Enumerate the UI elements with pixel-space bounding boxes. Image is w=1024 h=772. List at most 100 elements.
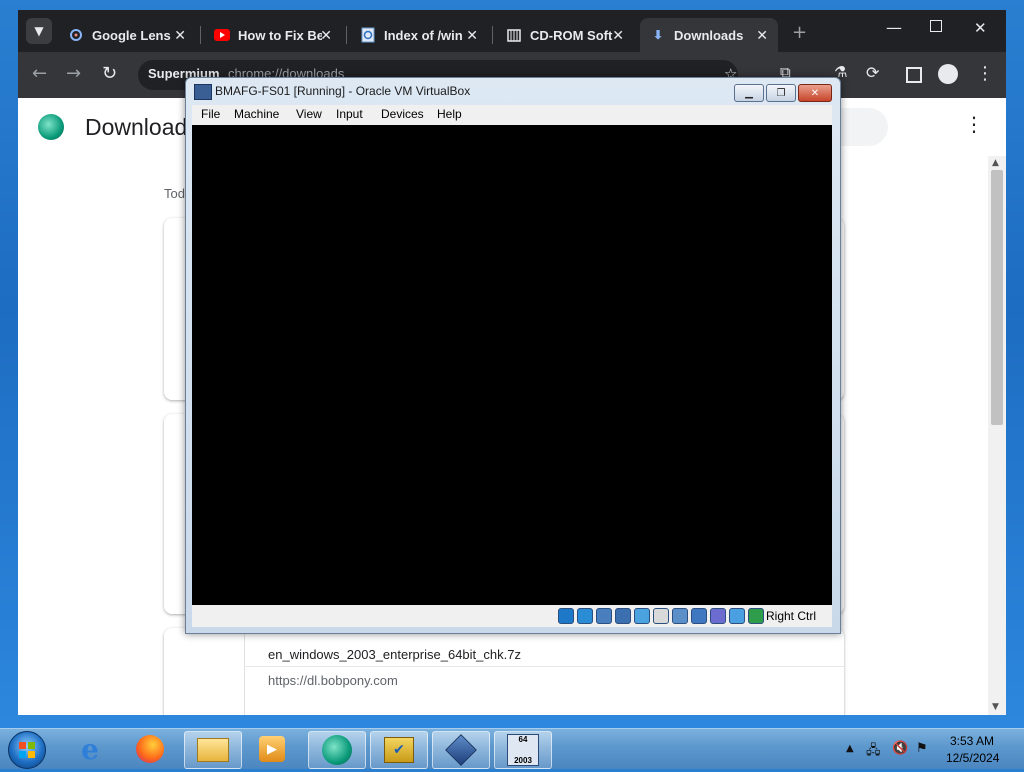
vm-status-icon[interactable] (558, 608, 574, 624)
forward-icon[interactable]: → (66, 63, 81, 84)
firefox-icon (136, 735, 164, 763)
vm-status-icon[interactable] (748, 608, 764, 624)
minimize-icon[interactable]: — (886, 18, 902, 37)
vm-status-icon[interactable] (634, 608, 650, 624)
taskbar-vm-2003[interactable]: 64 2003 (494, 731, 552, 769)
download-card (164, 628, 844, 715)
download-icon: ⬇ (652, 28, 664, 42)
taskbar-ie[interactable]: e (62, 731, 118, 767)
vm-status-icon[interactable] (653, 608, 669, 624)
page-scrollbar[interactable]: ▲ ▼ (988, 156, 1006, 715)
close-icon[interactable]: ✕ (756, 27, 768, 44)
network-icon[interactable]: 🖧 (866, 741, 881, 763)
tab-downloads[interactable]: ⬇ Downloads ✕ (640, 18, 778, 52)
vm-status-icon[interactable] (596, 608, 612, 624)
google-lens-icon (68, 27, 84, 43)
taskbar-supermium[interactable] (308, 731, 366, 769)
supermium-icon (322, 735, 352, 765)
more-actions-icon[interactable]: ⋮ (964, 112, 984, 136)
scrollbar-thumb[interactable] (991, 170, 1003, 425)
folder-icon (197, 738, 229, 762)
menu-view[interactable]: View (296, 107, 322, 121)
virtualbox-window: BMAFG-FS01 [Running] - Oracle VM Virtual… (185, 77, 841, 634)
taskbar-media-player[interactable]: ▶ (244, 731, 300, 767)
sync-icon[interactable]: ⟳ (866, 63, 879, 82)
taskbar-virtualbox[interactable] (432, 731, 490, 769)
profile-avatar[interactable] (938, 64, 958, 84)
minimize-icon: ▁ (745, 87, 753, 99)
vm-display[interactable] (192, 125, 832, 605)
close-window-icon[interactable]: ✕ (974, 19, 987, 37)
taskbar: e ▶ ✔ 64 2003 ▲ 🖧 🔇 ⚑ 3:53 AM 12/5/2024 (0, 728, 1024, 769)
virtualbox-icon (445, 734, 477, 766)
card-divider (244, 628, 245, 715)
close-icon[interactable]: ✕ (466, 27, 478, 44)
vbox-menubar: File Machine View Input Devices Help (192, 105, 832, 125)
restore-button[interactable]: ❐ (766, 84, 796, 102)
clock-time[interactable]: 3:53 AM (950, 734, 994, 748)
tab-label: Downloads (674, 27, 744, 43)
minimize-button[interactable]: ▁ (734, 84, 764, 102)
menu-kebab-icon[interactable]: ⋮ (976, 63, 994, 84)
vm-status-icon[interactable] (615, 608, 631, 624)
taskbar-firefox[interactable] (122, 731, 178, 767)
chevron-down-icon: ▼ (34, 24, 44, 38)
scroll-up-icon[interactable]: ▲ (992, 158, 999, 168)
close-icon[interactable]: ✕ (612, 27, 624, 44)
checklist-app-icon: ✔ (384, 737, 414, 763)
downloads-logo-icon (38, 114, 64, 140)
menu-help[interactable]: Help (437, 107, 462, 121)
restore-icon: ❐ (776, 87, 786, 99)
volume-muted-icon[interactable]: 🔇 (892, 741, 908, 756)
vbox-statusbar: Right Ctrl (192, 605, 832, 627)
tab-label: How to Fix Be (238, 27, 322, 43)
vm-status-icon[interactable] (672, 608, 688, 624)
windows-logo-icon (19, 742, 35, 758)
windows-2003-vm-icon: 64 2003 (507, 734, 539, 766)
vm-status-icon[interactable] (577, 608, 593, 624)
maximize-icon[interactable] (930, 20, 942, 32)
download-source-url[interactable]: https://dl.bobpony.com (268, 673, 398, 688)
taskbar-explorer[interactable] (184, 731, 242, 769)
media-player-icon: ▶ (259, 736, 285, 762)
youtube-icon (214, 27, 230, 43)
tab-search-button[interactable]: ▼ (26, 18, 52, 44)
menu-file[interactable]: File (201, 107, 220, 121)
archive-icon (506, 27, 522, 43)
tab-label: Google Lens (92, 27, 171, 43)
new-tab-icon[interactable]: + (792, 22, 807, 43)
close-icon: ✕ (810, 87, 820, 99)
close-icon[interactable]: ✕ (320, 27, 332, 44)
start-button[interactable] (8, 731, 46, 769)
vm-status-icon[interactable] (691, 608, 707, 624)
tab-google-lens[interactable]: Google Lens ✕ (58, 18, 196, 52)
tab-how-to-fix[interactable]: How to Fix Be ✕ (204, 18, 342, 52)
host-key-label: Right Ctrl (766, 609, 817, 623)
reload-icon[interactable]: ↻ (102, 63, 117, 84)
sidebar-icon[interactable] (906, 67, 922, 83)
clock-date[interactable]: 12/5/2024 (946, 751, 999, 765)
window-title: BMAFG-FS01 [Running] - Oracle VM Virtual… (215, 84, 471, 98)
menu-devices[interactable]: Devices (381, 107, 424, 121)
back-icon[interactable]: ← (32, 63, 47, 84)
vm-status-icon[interactable] (710, 608, 726, 624)
menu-machine[interactable]: Machine (234, 107, 279, 121)
card-divider (244, 666, 844, 667)
menu-input[interactable]: Input (336, 107, 363, 121)
vm-status-icon[interactable] (729, 608, 745, 624)
virtualbox-app-icon (194, 84, 212, 100)
tab-label: Index of /win (384, 27, 463, 43)
close-icon[interactable]: ✕ (174, 27, 186, 44)
internet-explorer-icon: e (81, 732, 99, 766)
download-filename-link[interactable]: en_windows_2003_enterprise_64bit_chk.7z (268, 647, 521, 662)
tab-strip: ▼ Google Lens ✕ How to Fix Be ✕ Index of… (18, 10, 1006, 52)
tab-cd-rom-soft[interactable]: CD-ROM Soft ✕ (496, 18, 634, 52)
show-hidden-icons[interactable]: ▲ (846, 743, 854, 754)
action-center-flag-icon[interactable]: ⚑ (916, 741, 928, 756)
tab-label: CD-ROM Soft (530, 27, 613, 43)
scroll-down-icon[interactable]: ▼ (992, 702, 999, 712)
close-button[interactable]: ✕ (798, 84, 832, 102)
page-title: Downloads (85, 114, 199, 140)
tab-index-of-win[interactable]: Index of /win ✕ (350, 18, 488, 52)
taskbar-task-app[interactable]: ✔ (370, 731, 428, 769)
